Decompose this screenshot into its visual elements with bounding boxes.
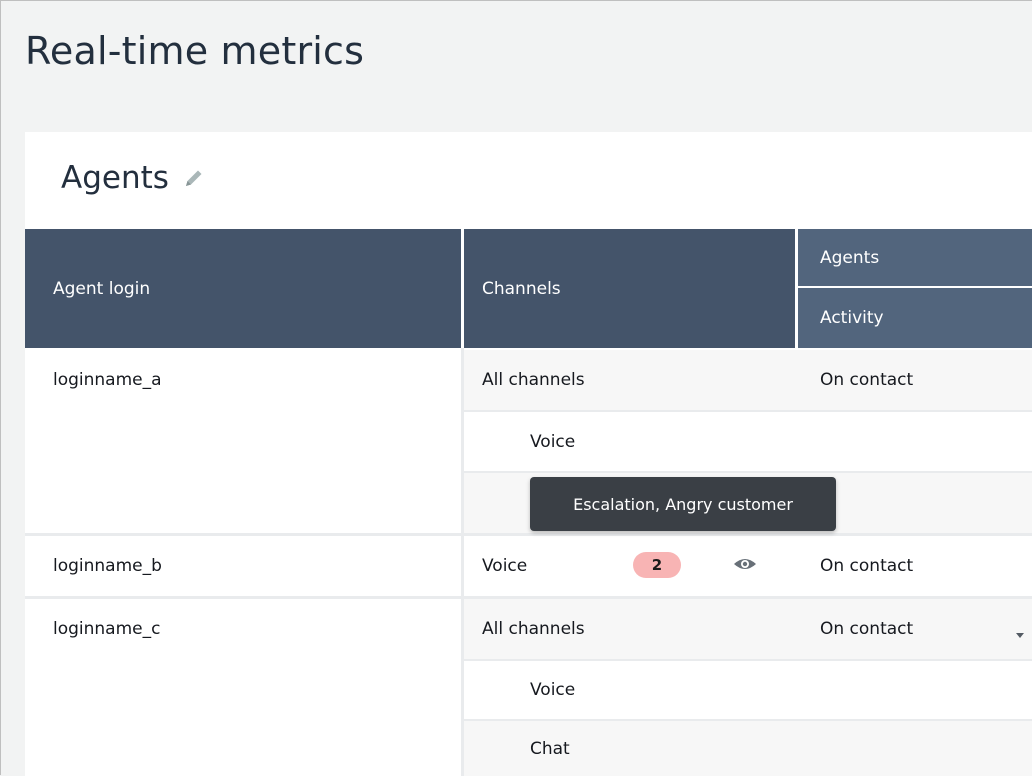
channel-label: All channels xyxy=(482,370,585,390)
channel-row: All channels On contact xyxy=(464,350,1032,410)
channel-row: All channels On contact xyxy=(464,599,1032,659)
channel-row: Voice xyxy=(464,412,1032,471)
agent-login-cell: loginname_b xyxy=(25,536,461,596)
channel-row: Chat xyxy=(464,721,1032,776)
activity-value: On contact xyxy=(820,556,914,576)
channel-label: All channels xyxy=(482,619,585,639)
header-group-agents-label: Agents xyxy=(820,247,880,268)
agent-login-value: loginname_a xyxy=(53,370,162,390)
channel-label: Voice xyxy=(530,431,576,452)
channel-label: Voice xyxy=(482,556,528,576)
agent-login-cell: loginname_a xyxy=(25,348,461,533)
pencil-icon[interactable] xyxy=(183,167,205,189)
caret-down-icon[interactable] xyxy=(1013,625,1027,638)
header-activity-label: Activity xyxy=(820,308,884,328)
header-agent-login-label: Agent login xyxy=(53,278,151,299)
activity-value: On contact xyxy=(820,370,914,390)
header-agent-login[interactable]: Agent login xyxy=(25,229,461,348)
panel-header: Agents xyxy=(61,160,205,196)
page-title: Real-time metrics xyxy=(25,29,365,73)
channel-row: Voice xyxy=(464,661,1032,719)
panel-title: Agents xyxy=(61,160,169,196)
header-channels-label: Channels xyxy=(482,278,561,299)
contact-count-badge[interactable]: 2 xyxy=(633,552,681,578)
agent-login-cell: loginname_c xyxy=(25,599,461,776)
header-channels[interactable]: Channels xyxy=(464,229,795,348)
channel-label: Voice xyxy=(530,680,576,700)
agent-login-value: loginname_b xyxy=(53,556,162,576)
agent-login-value: loginname_c xyxy=(53,619,161,639)
header-activity[interactable]: Activity xyxy=(798,288,1032,348)
eye-icon[interactable] xyxy=(733,554,757,574)
header-group-agents: Agents xyxy=(798,229,1032,286)
activity-value: On contact xyxy=(820,619,914,639)
tooltip: Escalation, Angry customer xyxy=(530,477,836,531)
channel-label: Chat xyxy=(530,738,570,759)
